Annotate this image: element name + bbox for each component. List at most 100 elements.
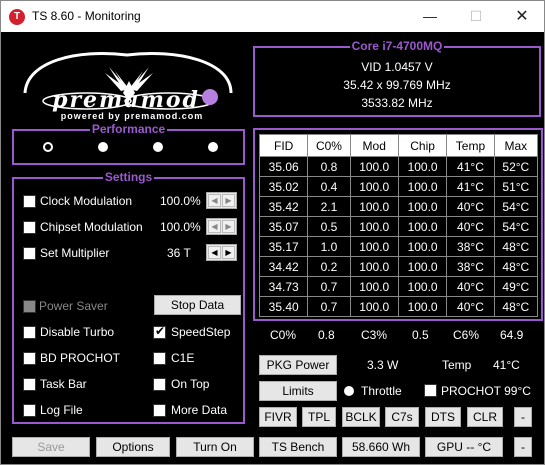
pkg-power-value: 3.3 W [367, 358, 399, 372]
bottom-extra-button[interactable]: - [514, 437, 532, 457]
speedstep-label: SpeedStep [171, 325, 231, 339]
table-cell: 100.0 [397, 276, 448, 297]
performance-radio-2[interactable] [98, 142, 108, 152]
table-cell: 40°C [446, 276, 495, 297]
tools-extra-button[interactable]: - [514, 407, 532, 427]
c3-value: 0.5 [412, 328, 429, 342]
dts-button[interactable]: DTS [425, 407, 461, 427]
spinner-left-arrow[interactable]: ◀ [208, 220, 221, 233]
disable-turbo-checkbox[interactable] [23, 326, 36, 339]
table-cell: 52°C [493, 156, 539, 177]
minimize-button[interactable]: — [407, 1, 453, 32]
spinner-left-arrow[interactable]: ◀ [208, 194, 221, 207]
table-cell: 51°C [493, 176, 539, 197]
ts-bench-button[interactable]: TS Bench [259, 437, 337, 457]
fivr-button[interactable]: FIVR [259, 407, 297, 427]
energy-button[interactable]: 58.660 Wh [342, 437, 420, 457]
clock-modulation-label: Clock Modulation [40, 194, 133, 208]
stop-data-button[interactable]: Stop Data [154, 295, 241, 315]
close-button[interactable]: ✕ [499, 1, 545, 32]
clr-button[interactable]: CLR [467, 407, 503, 427]
speedstep-checkbox[interactable] [153, 324, 166, 339]
turn-on-button[interactable]: Turn On [176, 437, 254, 457]
vid-readout: VID 1.0457 V [361, 60, 433, 74]
window-title: TS 8.60 - Monitoring [32, 9, 141, 23]
tpl-button[interactable]: TPL [302, 407, 336, 427]
on-top-checkbox[interactable] [153, 378, 166, 391]
set-multiplier-checkbox[interactable] [23, 247, 36, 260]
spinner-right-arrow[interactable]: ▶ [222, 220, 235, 233]
table-header-cell: Max [493, 134, 539, 157]
chipset-modulation-value: 100.0% [160, 220, 201, 234]
chipset-modulation-checkbox[interactable] [23, 221, 36, 234]
table-cell: 48°C [493, 256, 539, 277]
frequency-readout: 3533.82 MHz [361, 96, 433, 110]
limits-button[interactable]: Limits [259, 381, 337, 401]
more-data-checkbox[interactable] [153, 404, 166, 417]
clock-modulation-spinner[interactable]: ◀ ▶ [206, 192, 237, 209]
c6-label: C6% [453, 328, 480, 342]
prochot-label: PROCHOT 99°C [441, 384, 531, 398]
table-cell: 49°C [493, 276, 539, 297]
c1e-checkbox[interactable] [153, 352, 166, 365]
log-file-checkbox[interactable] [23, 404, 36, 417]
settings-panel: Settings Clock Modulation 100.0% ◀ ▶ Chip… [12, 170, 245, 424]
performance-panel: Performance [12, 122, 245, 165]
performance-radio-3[interactable] [153, 142, 163, 152]
save-button[interactable]: Save [12, 437, 90, 457]
table-cell: 100.0 [397, 156, 448, 177]
maximize-button[interactable]: ☐ [453, 1, 499, 32]
c1e-label: C1E [171, 351, 195, 365]
temp-value: 41°C [493, 358, 520, 372]
settings-title: Settings [102, 170, 155, 184]
table-header-cell: Chip [397, 134, 448, 157]
table-row: 34.42 0.2 100.0 100.0 38°C 48°C [258, 256, 539, 277]
table-cell: 41°C [446, 176, 495, 197]
table-row: 35.02 0.4 100.0 100.0 41°C 51°C [258, 176, 539, 197]
table-cell: 34.42 [258, 256, 309, 277]
table-cell: 35.42 [258, 196, 309, 217]
pkg-power-button[interactable]: PKG Power [259, 355, 337, 375]
task-bar-checkbox[interactable] [23, 378, 36, 391]
core-table: FID C0% Mod Chip Temp Max 35.06 0.8 100.0 100.0 4… [258, 134, 539, 317]
options-button[interactable]: Options [96, 437, 170, 457]
more-data-label: More Data [171, 403, 228, 417]
prochot-checkbox[interactable] [424, 384, 437, 397]
c7s-button[interactable]: C7s [385, 407, 419, 427]
table-cell: 54°C [493, 216, 539, 237]
spinner-left-arrow[interactable]: ◀ [208, 246, 221, 259]
table-cell: 40°C [446, 216, 495, 237]
spinner-right-arrow[interactable]: ▶ [222, 246, 235, 259]
set-multiplier-spinner[interactable]: ◀ ▶ [206, 244, 237, 261]
table-cell: 0.7 [307, 296, 351, 317]
table-cell: 100.0 [397, 236, 448, 257]
table-cell: 100.0 [349, 256, 399, 277]
set-multiplier-label: Set Multiplier [40, 246, 110, 260]
performance-title: Performance [89, 122, 168, 136]
table-cell: 40°C [446, 196, 495, 217]
clock-modulation-value: 100.0% [160, 194, 201, 208]
table-cell: 1.0 [307, 236, 351, 257]
premamod-logo: premamod powered by premamod.com [17, 41, 241, 123]
table-cell: 34.73 [258, 276, 309, 297]
table-cell: 38°C [446, 256, 495, 277]
table-row: 35.40 0.7 100.0 100.0 40°C 48°C [258, 296, 539, 317]
table-cell: 100.0 [397, 256, 448, 277]
bd-prochot-checkbox[interactable] [23, 352, 36, 365]
logo-tagline: powered by premamod.com [60, 111, 204, 121]
performance-radio-1[interactable] [43, 142, 53, 152]
c0-value: 0.8 [318, 328, 335, 342]
bclk-button[interactable]: BCLK [342, 407, 380, 427]
spinner-right-arrow[interactable]: ▶ [222, 194, 235, 207]
performance-radio-4[interactable] [208, 142, 218, 152]
cpu-name: Core i7-4700MQ [349, 39, 445, 53]
c6-value: 64.9 [500, 328, 524, 342]
table-cell: 100.0 [349, 296, 399, 317]
table-cell: 100.0 [349, 276, 399, 297]
table-cell: 41°C [446, 156, 495, 177]
table-cell: 35.02 [258, 176, 309, 197]
chipset-modulation-spinner[interactable]: ◀ ▶ [206, 218, 237, 235]
gpu-button[interactable]: GPU -- °C [425, 437, 503, 457]
clock-modulation-checkbox[interactable] [23, 195, 36, 208]
title-bar[interactable]: T TS 8.60 - Monitoring — ☐ ✕ [1, 1, 544, 32]
